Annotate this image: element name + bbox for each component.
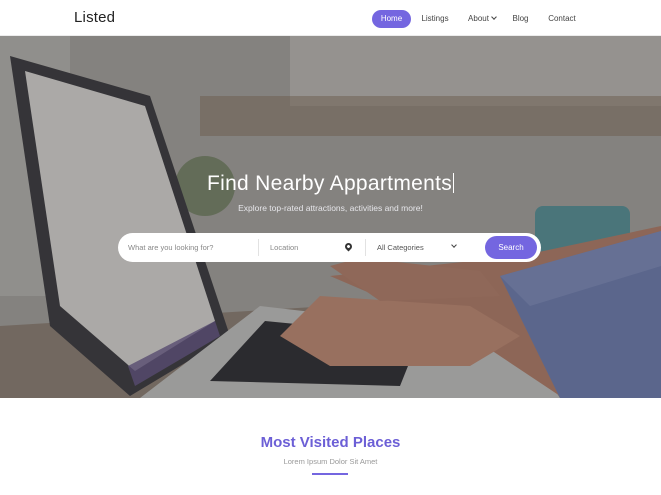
chevron-down-icon: [491, 14, 497, 20]
hero-title: Find Nearby Appartments: [0, 172, 661, 196]
nav-item-about[interactable]: About: [462, 10, 502, 28]
hero-title-text: Find Nearby Appartments: [206, 172, 453, 195]
nav-item-listings[interactable]: Listings: [416, 10, 454, 28]
category-select[interactable]: All Categories: [377, 233, 473, 262]
search-button-label: Search: [498, 243, 524, 252]
hero-subtitle: Explore top-rated attractions, activitie…: [238, 203, 423, 213]
nav-item-label: Contact: [548, 14, 576, 23]
nav-item-home[interactable]: Home: [372, 10, 411, 28]
hero-banner: Find Nearby Appartments Explore top-rate…: [0, 36, 661, 398]
nav-item-label: Blog: [512, 14, 529, 23]
nav-item-label: About: [468, 14, 489, 23]
nav-item-label: Home: [380, 14, 403, 23]
hero-overlay: [0, 36, 661, 398]
search-divider: [258, 239, 259, 256]
nav-item-contact[interactable]: Contact: [543, 10, 581, 28]
section-title: Most Visited Places: [260, 434, 401, 451]
section-subtitle: Lorem Ipsum Dolor Sit Amet: [283, 457, 378, 466]
keyword-input[interactable]: What are you looking for?: [128, 233, 256, 262]
location-input[interactable]: Location: [270, 233, 354, 262]
typing-cursor: [453, 173, 455, 193]
search-bar: What are you looking for? Location All C…: [118, 233, 541, 262]
nav-item-label: Listings: [421, 14, 449, 23]
site-logo[interactable]: Listed: [74, 9, 115, 26]
search-divider: [365, 239, 366, 256]
section-underline: [312, 473, 348, 475]
search-button[interactable]: Search: [485, 236, 537, 259]
top-navbar: Listed Home Listings About Blog Contact: [0, 0, 661, 36]
nav-item-blog[interactable]: Blog: [508, 10, 533, 28]
